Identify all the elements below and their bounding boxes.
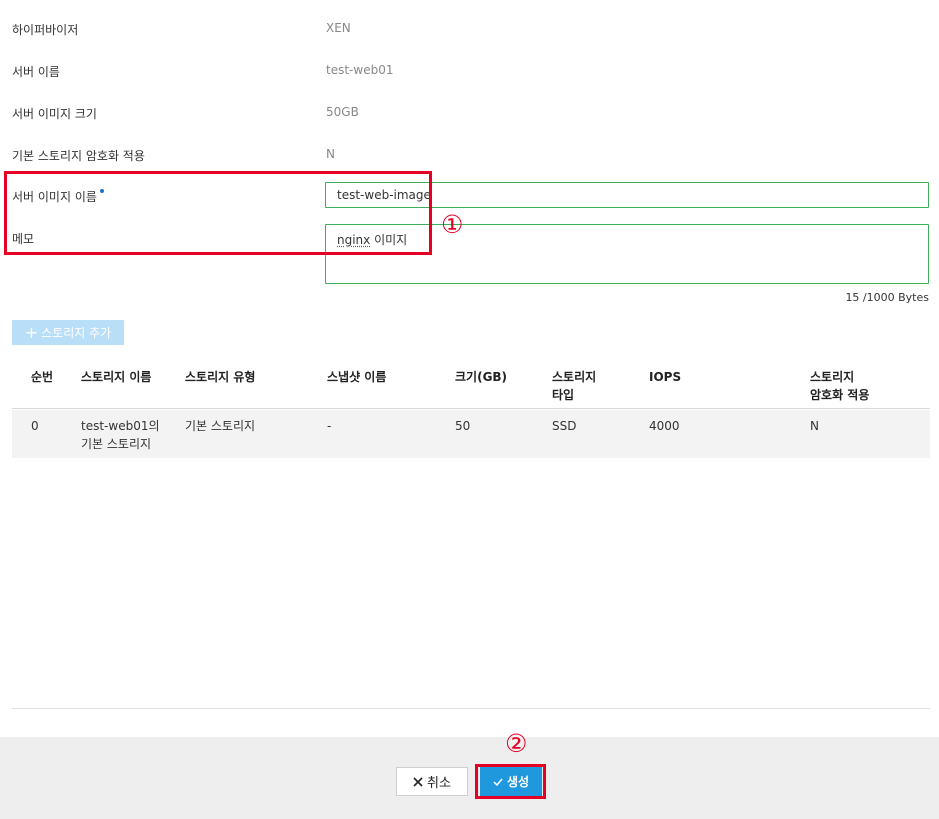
- annotation-number-1: ①: [441, 210, 464, 239]
- cell-disk-type: SSD: [552, 419, 577, 433]
- cell-iops: 4000: [649, 419, 680, 433]
- header-snapshot-name: 스냅샷 이름: [327, 370, 387, 384]
- cancel-label: 취소: [427, 776, 451, 791]
- header-storage-name: 스토리지 이름: [81, 370, 152, 384]
- detail-label-encryption: 기본 스토리지 암호화 적용: [12, 149, 145, 163]
- section-divider: [12, 708, 930, 709]
- detail-value-image-size: 50GB: [326, 105, 359, 119]
- close-icon: [413, 776, 423, 787]
- byte-counter: 15 /1000 Bytes: [845, 291, 929, 304]
- header-encryption: 스토리지 암호화 적용: [810, 370, 870, 402]
- cell-storage-type: 기본 스토리지: [185, 419, 256, 433]
- image-name-label: 서버 이미지 이름: [12, 188, 104, 205]
- image-name-input-value: test-web-image: [337, 188, 431, 202]
- table-row: 0 test-web01의 기본 스토리지 기본 스토리지 - 50 SSD 40…: [12, 410, 930, 458]
- header-storage-type: 스토리지 유형: [185, 370, 256, 384]
- cancel-button[interactable]: 취소: [396, 767, 468, 796]
- detail-value-server-name: test-web01: [326, 63, 394, 77]
- cell-snapshot-name: -: [327, 419, 332, 433]
- detail-value-hypervisor: XEN: [326, 21, 351, 35]
- create-label: 생성: [506, 775, 530, 789]
- add-storage-label: 스토리지 추가: [41, 326, 112, 340]
- cell-index: 0: [31, 419, 39, 433]
- memo-spellcheck-word: nginx: [337, 233, 371, 247]
- image-name-input[interactable]: test-web-image: [325, 182, 929, 208]
- annotation-number-2: ②: [505, 729, 528, 758]
- detail-value-encryption: N: [326, 147, 335, 161]
- plus-icon: +: [24, 322, 39, 342]
- memo-textarea[interactable]: nginx 이미지: [325, 224, 929, 284]
- add-storage-button[interactable]: + 스토리지 추가: [12, 320, 124, 345]
- create-button[interactable]: 생성: [480, 767, 542, 796]
- detail-label-image-size: 서버 이미지 크기: [12, 107, 97, 121]
- memo-text-rest: 이미지: [370, 233, 408, 247]
- detail-label-hypervisor: 하이퍼바이저: [12, 23, 79, 37]
- cell-storage-name: test-web01의 기본 스토리지: [81, 419, 160, 451]
- memo-label: 메모: [12, 232, 35, 246]
- header-size: 크기(GB): [455, 370, 508, 384]
- check-icon: [493, 778, 503, 786]
- detail-label-server-name: 서버 이름: [12, 65, 60, 79]
- cell-encryption: N: [810, 419, 819, 433]
- storage-table-header: 순번 스토리지 이름 스토리지 유형 스냅샷 이름 크기(GB) 스토리지 타입 …: [12, 349, 930, 409]
- cell-size: 50: [455, 419, 471, 433]
- header-iops: IOPS: [649, 370, 682, 384]
- required-indicator: [99, 189, 104, 193]
- header-disk-type: 스토리지 타입: [552, 370, 597, 402]
- image-name-label-text: 서버 이미지 이름: [12, 190, 97, 204]
- footer-bar: [0, 737, 939, 819]
- memo-textarea-value: nginx 이미지: [337, 231, 407, 248]
- header-index: 순번: [31, 370, 54, 384]
